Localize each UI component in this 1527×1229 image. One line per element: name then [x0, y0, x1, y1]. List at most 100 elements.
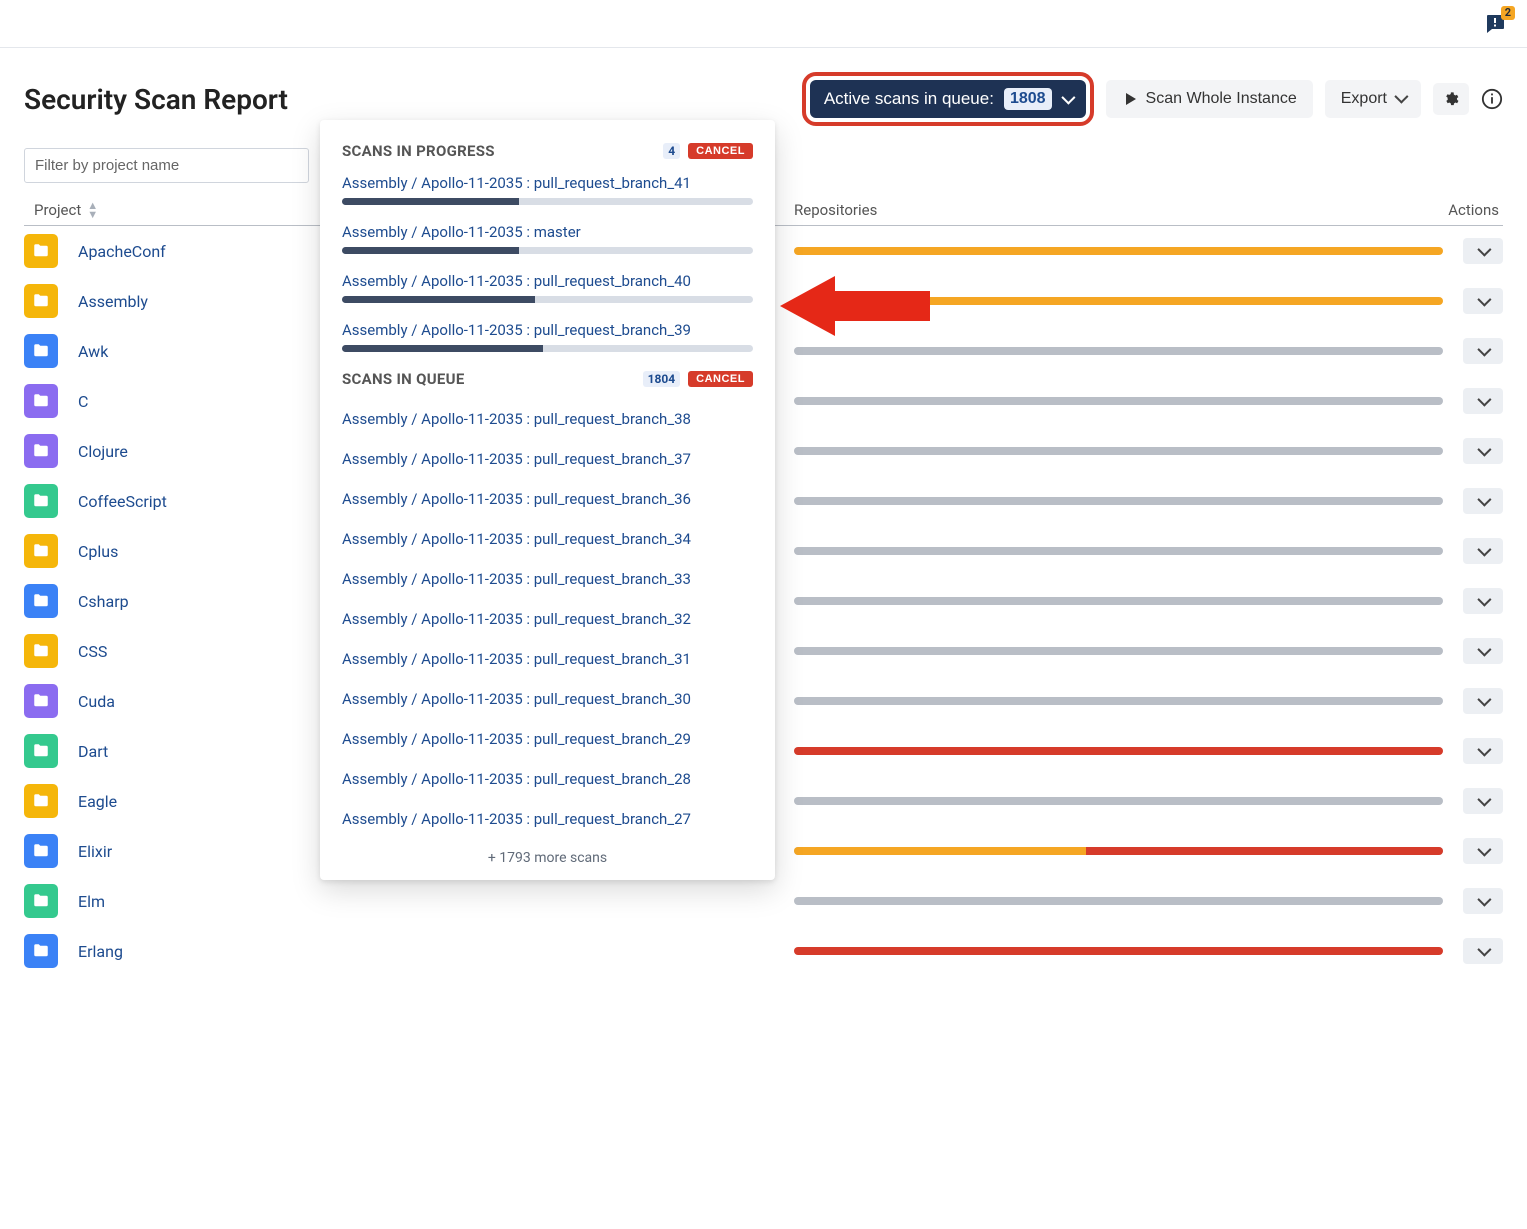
folder-icon	[24, 534, 58, 568]
row-actions-button[interactable]	[1463, 538, 1503, 564]
project-link[interactable]: Awk	[78, 342, 108, 361]
project-link[interactable]: CoffeeScript	[78, 492, 167, 511]
scan-queue-link[interactable]: Assembly / Apollo-11-2035 : pull_request…	[342, 730, 753, 748]
repo-status-bar	[794, 697, 1443, 705]
repo-status-bar	[794, 297, 1443, 305]
project-link[interactable]: CSS	[78, 642, 107, 661]
sort-icon[interactable]: ▲▼	[87, 201, 98, 219]
scan-queue-link[interactable]: Assembly / Apollo-11-2035 : pull_request…	[342, 770, 753, 788]
scan-queue-link[interactable]: Assembly / Apollo-11-2035 : pull_request…	[342, 690, 753, 708]
row-actions-button[interactable]	[1463, 288, 1503, 314]
queue-count-badge: 1804	[643, 371, 681, 387]
scan-link[interactable]: Assembly / Apollo-11-2035 : master	[342, 223, 753, 241]
queue-dropdown-panel: SCANS IN PROGRESS 4 CANCEL Assembly / Ap…	[320, 120, 775, 880]
row-actions-button[interactable]	[1463, 788, 1503, 814]
repo-status-bar	[794, 247, 1443, 255]
scan-progress-bar	[342, 247, 753, 254]
scan-link[interactable]: Assembly / Apollo-11-2035 : pull_request…	[342, 321, 753, 339]
filter-project-input[interactable]	[24, 148, 309, 183]
chevron-down-icon	[1478, 444, 1488, 459]
chevron-down-icon	[1478, 644, 1488, 659]
chevron-down-icon	[1478, 344, 1488, 359]
scan-queue-link[interactable]: Assembly / Apollo-11-2035 : pull_request…	[342, 410, 753, 428]
project-link[interactable]: Eagle	[78, 792, 117, 811]
feedback-icon[interactable]: 2	[1483, 12, 1507, 36]
scan-queue-link[interactable]: Assembly / Apollo-11-2035 : pull_request…	[342, 490, 753, 508]
cancel-queue-button[interactable]: CANCEL	[688, 371, 753, 387]
folder-icon	[24, 434, 58, 468]
repo-status-bar	[794, 447, 1443, 455]
folder-icon	[24, 334, 58, 368]
page-title: Security Scan Report	[24, 83, 790, 116]
chevron-down-icon	[1478, 544, 1488, 559]
row-actions-button[interactable]	[1463, 338, 1503, 364]
project-link[interactable]: C	[78, 392, 88, 411]
repo-status-bar	[794, 847, 1443, 855]
project-link[interactable]: Cplus	[78, 542, 118, 561]
folder-icon	[24, 634, 58, 668]
info-icon[interactable]	[1481, 88, 1503, 110]
repo-status-bar	[794, 797, 1443, 805]
scan-queue-link[interactable]: Assembly / Apollo-11-2035 : pull_request…	[342, 450, 753, 468]
scan-queue-link[interactable]: Assembly / Apollo-11-2035 : pull_request…	[342, 610, 753, 628]
project-link[interactable]: Erlang	[78, 942, 123, 961]
play-icon	[1122, 91, 1138, 107]
project-link[interactable]: Elm	[78, 892, 105, 911]
scan-progress-bar	[342, 345, 753, 352]
column-project[interactable]: Project	[34, 201, 81, 219]
project-link[interactable]: Dart	[78, 742, 108, 761]
scan-progress-item: Assembly / Apollo-11-2035 : pull_request…	[342, 321, 753, 352]
folder-icon	[24, 734, 58, 768]
scan-progress-bar	[342, 296, 753, 303]
row-actions-button[interactable]	[1463, 638, 1503, 664]
export-button[interactable]: Export	[1325, 80, 1421, 118]
repo-status-bar	[794, 597, 1443, 605]
project-link[interactable]: Elixir	[78, 842, 112, 861]
row-actions-button[interactable]	[1463, 688, 1503, 714]
scan-queue-link[interactable]: Assembly / Apollo-11-2035 : pull_request…	[342, 530, 753, 548]
scan-queue-link[interactable]: Assembly / Apollo-11-2035 : pull_request…	[342, 810, 753, 828]
column-repositories: Repositories	[794, 201, 1443, 219]
queue-count: 1808	[1004, 88, 1052, 110]
scan-queue-link[interactable]: Assembly / Apollo-11-2035 : pull_request…	[342, 570, 753, 588]
cancel-progress-button[interactable]: CANCEL	[688, 143, 753, 159]
active-scans-queue-button[interactable]: Active scans in queue: 1808	[810, 80, 1086, 118]
queue-label: Active scans in queue:	[824, 89, 994, 109]
project-link[interactable]: Cuda	[78, 692, 115, 711]
chevron-down-icon	[1478, 594, 1488, 609]
project-row: Erlang	[24, 926, 1503, 976]
project-link[interactable]: Csharp	[78, 592, 129, 611]
repo-status-bar	[794, 497, 1443, 505]
scan-link[interactable]: Assembly / Apollo-11-2035 : pull_request…	[342, 174, 753, 192]
row-actions-button[interactable]	[1463, 738, 1503, 764]
scan-queue-link[interactable]: Assembly / Apollo-11-2035 : pull_request…	[342, 650, 753, 668]
row-actions-button[interactable]	[1463, 388, 1503, 414]
row-actions-button[interactable]	[1463, 438, 1503, 464]
row-actions-button[interactable]	[1463, 588, 1503, 614]
settings-button[interactable]	[1433, 83, 1469, 115]
row-actions-button[interactable]	[1463, 888, 1503, 914]
queue-button-highlight: Active scans in queue: 1808	[802, 72, 1094, 126]
chevron-down-icon	[1478, 894, 1488, 909]
project-link[interactable]: ApacheConf	[78, 242, 166, 261]
notification-badge: 2	[1501, 6, 1515, 20]
row-actions-button[interactable]	[1463, 238, 1503, 264]
folder-icon	[24, 584, 58, 618]
row-actions-button[interactable]	[1463, 938, 1503, 964]
scan-progress-item: Assembly / Apollo-11-2035 : master	[342, 223, 753, 254]
chevron-down-icon	[1478, 944, 1488, 959]
chevron-down-icon	[1478, 744, 1488, 759]
folder-icon	[24, 384, 58, 418]
scan-link[interactable]: Assembly / Apollo-11-2035 : pull_request…	[342, 272, 753, 290]
project-link[interactable]: Assembly	[78, 292, 148, 311]
repo-status-bar	[794, 897, 1443, 905]
row-actions-button[interactable]	[1463, 838, 1503, 864]
project-link[interactable]: Clojure	[78, 442, 128, 461]
chevron-down-icon	[1478, 294, 1488, 309]
scan-whole-instance-button[interactable]: Scan Whole Instance	[1106, 80, 1313, 118]
chevron-down-icon	[1478, 494, 1488, 509]
repo-status-bar	[794, 947, 1443, 955]
row-actions-button[interactable]	[1463, 488, 1503, 514]
chevron-down-icon	[1062, 89, 1072, 109]
section-scans-in-progress: SCANS IN PROGRESS	[342, 142, 655, 160]
